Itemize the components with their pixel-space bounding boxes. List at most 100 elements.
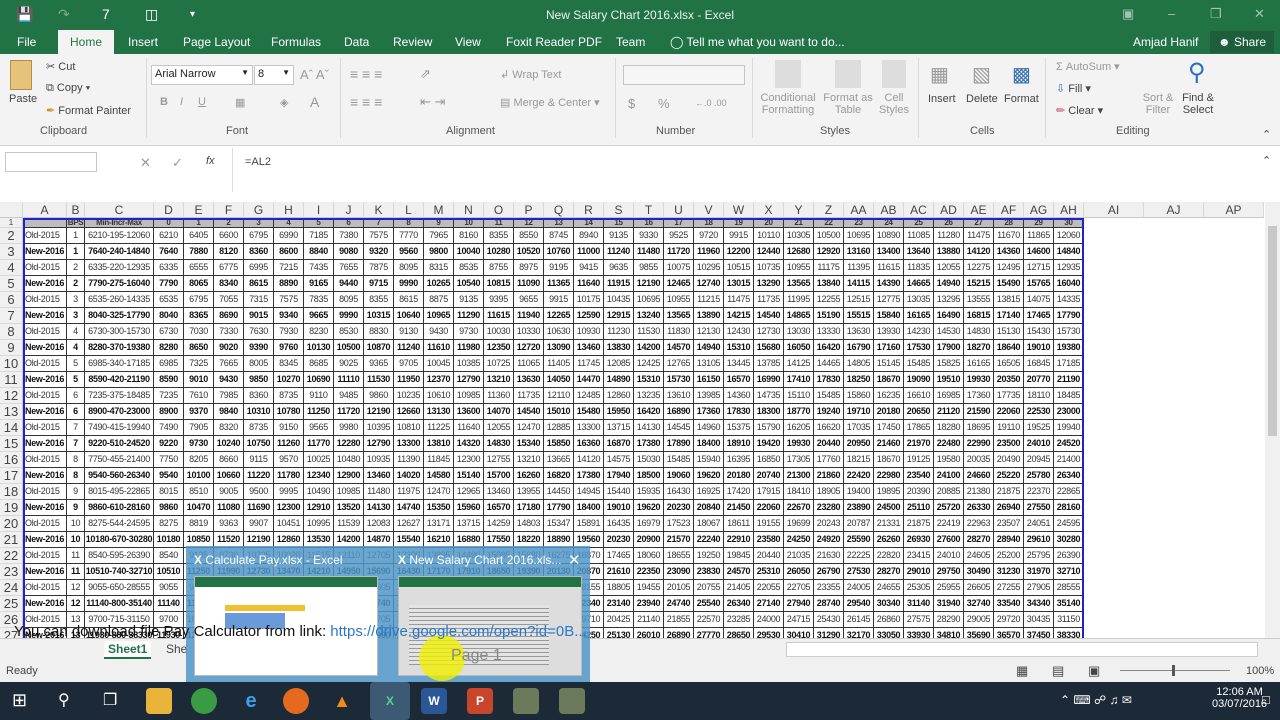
notifications-icon[interactable]: □ — [1262, 692, 1270, 707]
pay-cell[interactable]: 12370 — [424, 372, 454, 388]
indent-icons[interactable]: ⇤ ⇥ — [420, 94, 445, 110]
pay-cell[interactable]: 11225 — [424, 420, 454, 436]
column-header[interactable]: AD — [934, 202, 964, 218]
pay-cell[interactable]: 14465 — [814, 356, 844, 372]
pay-cell[interactable]: 13460 — [574, 340, 604, 356]
pay-cell[interactable]: 17380 — [574, 468, 604, 484]
pay-cell[interactable]: 7610 — [184, 388, 214, 404]
pay-cell[interactable]: 18060 — [634, 548, 664, 564]
pay-cell[interactable]: 14540 — [754, 308, 784, 324]
pay-cell[interactable]: 19699 — [784, 516, 814, 532]
pay-cell[interactable]: 25720 — [934, 500, 964, 516]
row-header[interactable]: 6 — [0, 292, 23, 308]
header-cell[interactable]: 7 — [364, 218, 394, 228]
pay-cell[interactable]: 16890 — [664, 404, 694, 420]
pay-cell[interactable]: 14840 — [1054, 244, 1084, 260]
pay-cell[interactable]: 11720 — [334, 404, 364, 420]
pay-cell[interactable]: 16990 — [754, 372, 784, 388]
pay-cell[interactable]: 12425 — [634, 356, 664, 372]
pay-cell[interactable]: 9020 — [214, 340, 244, 356]
pay-cell[interactable]: 9110 — [304, 388, 334, 404]
pay-cell[interactable]: 10985 — [454, 388, 484, 404]
pay-cell[interactable]: 17380 — [634, 436, 664, 452]
pay-cell[interactable]: 20180 — [874, 404, 904, 420]
pay-cell[interactable]: 19620 — [694, 468, 724, 484]
pay-cell[interactable]: 10500 — [334, 340, 364, 356]
pay-cell[interactable]: 16610 — [904, 388, 934, 404]
pay-cell[interactable]: 12790 — [364, 436, 394, 452]
pay-cell[interactable]: 7905 — [184, 420, 214, 436]
pay-cell[interactable]: 12280 — [334, 436, 364, 452]
pay-cell[interactable]: 13300 — [394, 436, 424, 452]
pay-cell[interactable]: 6405 — [184, 228, 214, 244]
pay-cell[interactable]: 21400 — [1054, 452, 1084, 468]
pay-cell[interactable]: 31140 — [904, 596, 934, 612]
pay-cell[interactable]: 19455 — [634, 580, 664, 596]
pay-cell[interactable]: 16235 — [874, 388, 904, 404]
pay-cell[interactable]: 33930 — [904, 628, 934, 638]
row-label-cell[interactable]: Old-2015 — [23, 388, 67, 404]
row-label-cell[interactable]: Old-2015 — [23, 484, 67, 500]
pay-cell[interactable]: 6600 — [214, 228, 244, 244]
pay-cell[interactable]: 9915 — [544, 292, 574, 308]
row-header[interactable]: 5 — [0, 276, 23, 292]
pay-cell[interactable]: 12200 — [724, 244, 754, 260]
column-header[interactable]: AI — [1084, 202, 1144, 218]
pay-cell[interactable]: 24520 — [1054, 436, 1084, 452]
pay-cell[interactable]: 29610 — [1024, 532, 1054, 548]
file-explorer-icon[interactable] — [146, 688, 172, 714]
pay-cell[interactable]: 14940 — [694, 340, 724, 356]
pay-cell[interactable]: 15935 — [634, 484, 664, 500]
pay-cell[interactable]: 10310 — [244, 404, 274, 420]
pay-cell[interactable]: 7575 — [274, 292, 304, 308]
pay-cell[interactable]: 7215 — [274, 260, 304, 276]
page-break-view-icon[interactable]: ▣ — [1088, 663, 1100, 679]
pay-cell[interactable]: 14470 — [574, 372, 604, 388]
pay-cell[interactable]: 8005 — [244, 356, 274, 372]
pay-cell[interactable]: 17790 — [544, 500, 574, 516]
system-tray-icons[interactable]: ⌃ ⌨ ☍ ♫ ✉ — [1060, 693, 1132, 707]
row-label-cell[interactable]: New-2016 — [23, 244, 67, 260]
pay-cell[interactable]: 27575 — [904, 612, 934, 628]
pay-cell[interactable]: 10045 — [424, 356, 454, 372]
pay-cell[interactable]: 17890 — [664, 436, 694, 452]
pay-cell[interactable]: 18067 — [694, 516, 724, 532]
pay-cell[interactable]: 12055 — [934, 260, 964, 276]
pay-cell[interactable]: 27550 — [1024, 500, 1054, 516]
cancel-icon[interactable]: ✕ — [140, 155, 151, 171]
column-header[interactable]: T — [634, 202, 664, 218]
row-header[interactable]: 11 — [0, 372, 23, 388]
pay-cell[interactable]: 17360 — [964, 388, 994, 404]
pay-cell[interactable]: 24500 — [874, 500, 904, 516]
pay-cell[interactable]: 7930 — [274, 324, 304, 340]
column-header[interactable]: B — [67, 202, 85, 218]
pay-cell[interactable]: 8600 — [274, 244, 304, 260]
pay-cell[interactable]: 11830 — [664, 324, 694, 340]
column-header[interactable]: Z — [814, 202, 844, 218]
pay-cell[interactable]: 11865 — [1024, 228, 1054, 244]
pay-cell[interactable]: 9907 — [244, 516, 274, 532]
header-cell[interactable]: 10 — [454, 218, 484, 228]
borders-icon[interactable]: ▦ — [235, 96, 245, 109]
pay-cell[interactable]: 16040 — [1054, 276, 1084, 292]
pay-cell[interactable]: 12935 — [1054, 260, 1084, 276]
pay-cell[interactable]: 10280 — [484, 244, 514, 260]
pay-cell[interactable]: 20243 — [814, 516, 844, 532]
pay-cell[interactable]: 14890 — [604, 372, 634, 388]
pay-cell[interactable]: 29750 — [934, 564, 964, 580]
row-label-cell[interactable]: Old-2015 — [23, 580, 67, 596]
pay-cell[interactable]: 15485 — [814, 388, 844, 404]
pay-cell[interactable]: 11240 — [394, 340, 424, 356]
pay-cell[interactable]: 26010 — [634, 628, 664, 638]
pay-cell[interactable]: 13555 — [964, 292, 994, 308]
pay-cell[interactable]: 22370 — [1024, 484, 1054, 500]
pay-cell[interactable]: 14230 — [904, 324, 934, 340]
pay-cell[interactable]: 13930 — [874, 324, 904, 340]
pay-cell[interactable]: 21120 — [934, 404, 964, 420]
pay-cell[interactable]: 18805 — [604, 580, 634, 596]
pay-cell[interactable]: 14130 — [364, 500, 394, 516]
pay-cell[interactable]: 12300 — [454, 452, 484, 468]
pay-cell[interactable]: 12350 — [484, 340, 514, 356]
bps-cell[interactable]: 4 — [67, 324, 85, 340]
row-header[interactable]: 19 — [0, 500, 23, 516]
